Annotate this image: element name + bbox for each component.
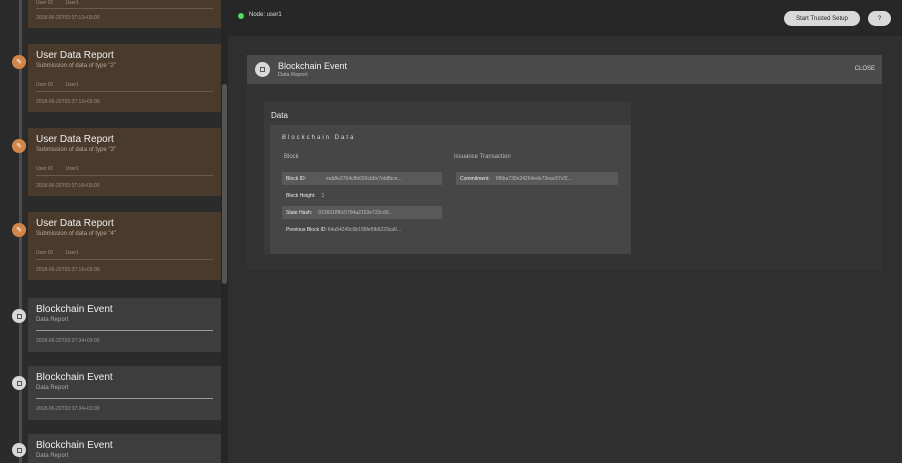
card-divider bbox=[36, 398, 213, 399]
card-divider bbox=[36, 330, 213, 331]
card-subtitle: Submission of data of type "4" bbox=[36, 231, 116, 237]
sidebar-scrollbar-thumb[interactable] bbox=[222, 84, 227, 284]
node-status-icon bbox=[238, 13, 244, 19]
top-bar: Node: user1 Start Trusted Setup ? bbox=[228, 0, 902, 36]
timeline-card-user-report[interactable]: User Data Report Submission of data of t… bbox=[28, 212, 221, 280]
card-title: User Data Report bbox=[36, 218, 114, 229]
close-button[interactable]: CLOSE bbox=[855, 66, 875, 72]
card-divider bbox=[36, 175, 213, 176]
timeline-card-blockchain-event[interactable]: Blockchain Event Data Report 2018-06-20T… bbox=[28, 298, 221, 352]
card-row: User ID User1 bbox=[36, 250, 79, 256]
block-id-value: eab8e2754c8b693cb5e7eb8bce... bbox=[326, 175, 402, 182]
state-hash-label: State Hash: bbox=[286, 209, 313, 216]
panel-header: Blockchain Event Data Report CLOSE bbox=[247, 55, 882, 84]
card-subtitle: Data Report bbox=[36, 317, 69, 323]
panel-title: Blockchain Event bbox=[278, 61, 348, 71]
blockchain-data-box: Blockchain Data Block Issuance Transacti… bbox=[270, 125, 631, 254]
block-id-label: Block ID: bbox=[286, 175, 307, 182]
card-title: Blockchain Event bbox=[36, 372, 113, 383]
timeline-card-blockchain-event[interactable]: Blockchain Event Data Report bbox=[28, 434, 221, 463]
blockchain-event-icon bbox=[12, 309, 26, 323]
card-date: 2018-06-20T03:37:16+03:00 bbox=[36, 267, 100, 273]
card-date: 2018-06-20T03:37:13+03:00 bbox=[36, 15, 100, 21]
timeline-card-partial[interactable]: User ID User1 2018-06-20T03:37:13+03:00 bbox=[28, 0, 221, 28]
card-date: 2018-06-20T03:37:13+03:00 bbox=[36, 99, 100, 105]
blockchain-event-icon bbox=[255, 62, 270, 77]
user-data-icon: ✎ bbox=[12, 223, 26, 237]
card-divider bbox=[36, 259, 213, 260]
commitment-row: Commitment: 9f6ba730e24264ede73eac67cf2.… bbox=[456, 172, 618, 185]
user-data-icon: ✎ bbox=[12, 55, 26, 69]
issuance-column-heading: Issuance Transaction bbox=[454, 154, 511, 160]
event-timeline-sidebar: User ID User1 2018-06-20T03:37:13+03:00 … bbox=[0, 0, 228, 463]
card-subtitle: Data Report bbox=[36, 385, 69, 391]
card-date: 2018-06-20T03:37:34+03:00 bbox=[36, 338, 100, 344]
user-data-icon: ✎ bbox=[12, 139, 26, 153]
card-subtitle: Submission of data of type "2" bbox=[36, 63, 116, 69]
previous-block-row: Previous Block ID: 64a54245c0b195fe5fb62… bbox=[282, 223, 452, 236]
card-row: User ID User1 bbox=[36, 82, 79, 88]
block-height-value: 1 bbox=[321, 192, 325, 199]
data-section-title: Data bbox=[271, 111, 288, 120]
block-column-heading: Block bbox=[284, 154, 299, 160]
block-height-row: Block Height: 1 bbox=[282, 189, 442, 202]
card-title: User Data Report bbox=[36, 50, 114, 61]
panel-subtitle: Data Report bbox=[278, 72, 308, 78]
blockchain-event-icon bbox=[12, 376, 26, 390]
card-divider bbox=[36, 8, 213, 9]
data-section: Data Blockchain Data Block Issuance Tran… bbox=[264, 102, 631, 254]
card-row: User ID User1 bbox=[36, 0, 79, 6]
card-title: User Data Report bbox=[36, 134, 114, 145]
card-subtitle: Submission of data of type "3" bbox=[36, 147, 116, 153]
state-hash-value: 0136918f6c5784a2163e732cd3... bbox=[318, 209, 393, 216]
previous-block-value: 64a54245c0b195fe5fb6223ca0... bbox=[327, 226, 401, 233]
blockchain-data-title: Blockchain Data bbox=[282, 135, 356, 141]
state-hash-row: State Hash: 0136918f6c5784a2163e732cd3..… bbox=[282, 206, 442, 219]
block-height-label: Block Height: bbox=[286, 192, 316, 199]
node-label: Node: user1 bbox=[249, 12, 282, 18]
card-subtitle: Data Report bbox=[36, 453, 69, 459]
card-date: 2018-06-20T03:37:34+03:00 bbox=[36, 406, 100, 412]
timeline-card-blockchain-event[interactable]: Blockchain Event Data Report 2018-06-20T… bbox=[28, 366, 221, 420]
help-button[interactable]: ? bbox=[868, 11, 891, 26]
commitment-label: Commitment: bbox=[460, 175, 490, 182]
timeline-card-user-report[interactable]: User Data Report Submission of data of t… bbox=[28, 44, 221, 112]
blockchain-event-icon bbox=[12, 443, 26, 457]
card-date: 2018-06-20T03:37:16+03:00 bbox=[36, 183, 100, 189]
timeline-card-user-report[interactable]: User Data Report Submission of data of t… bbox=[28, 128, 221, 196]
card-title: Blockchain Event bbox=[36, 304, 113, 315]
commitment-value: 9f6ba730e24264ede73eac67cf2... bbox=[495, 175, 572, 182]
start-trusted-setup-button[interactable]: Start Trusted Setup bbox=[784, 11, 860, 26]
block-id-row: Block ID: eab8e2754c8b693cb5e7eb8bce... bbox=[282, 172, 442, 185]
card-divider bbox=[36, 91, 213, 92]
card-row: User ID User1 bbox=[36, 166, 79, 172]
previous-block-label: Previous Block ID: bbox=[286, 226, 327, 233]
card-title: Blockchain Event bbox=[36, 440, 113, 451]
